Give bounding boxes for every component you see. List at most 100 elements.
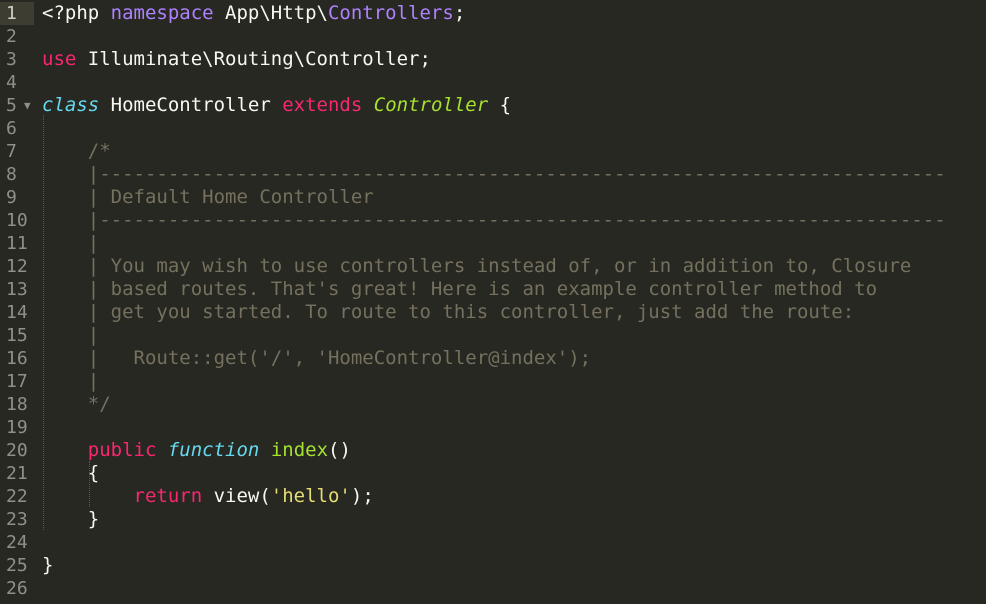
- code-line[interactable]: 3 use Illuminate\Routing\Controller;: [0, 48, 986, 71]
- line-number: 13: [6, 279, 28, 300]
- code-token: );: [350, 485, 374, 507]
- code-token: ;: [453, 2, 466, 24]
- code-line[interactable]: 11 |: [0, 232, 986, 255]
- line-number: 14: [6, 302, 28, 323]
- code-line[interactable]: 26: [0, 577, 986, 600]
- line-number: 12: [6, 256, 28, 277]
- code-token: public: [87, 439, 157, 461]
- code-token: | Default Home Controller: [87, 186, 374, 208]
- line-number: 16: [6, 348, 28, 369]
- line-number: 6: [6, 118, 17, 139]
- code-token: | get you started. To route to this cont…: [87, 301, 855, 323]
- code-token: |: [87, 370, 100, 392]
- line-number: 25: [6, 555, 28, 576]
- code-line[interactable]: 20 public function index(): [0, 439, 986, 462]
- code-token: Controller: [373, 94, 489, 116]
- code-line[interactable]: 17 |: [0, 370, 986, 393]
- code-token: */: [87, 393, 111, 415]
- code-token: | You may wish to use controllers instea…: [87, 255, 912, 277]
- code-line[interactable]: 7 /*: [0, 140, 986, 163]
- code-line[interactable]: 2: [0, 25, 986, 48]
- code-text: public function index(): [42, 439, 351, 462]
- code-editor[interactable]: 1 <?php namespace App\Http\Controllers; 2 3…: [0, 0, 986, 604]
- code-line[interactable]: 1 <?php namespace App\Http\Controllers;: [0, 2, 986, 25]
- code-token: (): [328, 439, 351, 461]
- code-token: Illuminate\Routing\Controller;: [76, 48, 431, 70]
- code-text: | You may wish to use controllers instea…: [42, 255, 912, 278]
- code-line[interactable]: 4: [0, 71, 986, 94]
- line-number: 10: [6, 210, 28, 231]
- code-token: }: [42, 554, 54, 576]
- code-token: {: [488, 94, 512, 116]
- code-text: | based routes. That's great! Here is an…: [42, 278, 877, 301]
- line-number: 3: [6, 49, 17, 70]
- code-line[interactable]: 22 return view('hello');: [0, 485, 986, 508]
- code-line[interactable]: 24: [0, 531, 986, 554]
- line-number: 7: [6, 141, 17, 162]
- code-line[interactable]: 25}: [0, 554, 986, 577]
- code-line[interactable]: 9 | Default Home Controller: [0, 186, 986, 209]
- code-token: extends: [282, 94, 363, 116]
- code-token: | based routes. That's great! Here is an…: [87, 278, 878, 300]
- code-token: |: [87, 232, 100, 254]
- code-line[interactable]: 13 | based routes. That's great! Here is…: [0, 278, 986, 301]
- code-line[interactable]: 16 | Route::get('/', 'HomeController@ind…: [0, 347, 986, 370]
- code-line[interactable]: 15 |: [0, 324, 986, 347]
- code-line[interactable]: 6: [0, 117, 986, 140]
- code-token: namespace: [110, 2, 214, 24]
- code-line[interactable]: 21 {: [0, 462, 986, 485]
- code-line[interactable]: 23 }: [0, 508, 986, 531]
- code-text: use Illuminate\Routing\Controller;: [42, 48, 431, 71]
- indent-guide: [43, 115, 44, 530]
- line-number: 18: [6, 394, 28, 415]
- line-number: 20: [6, 440, 28, 461]
- line-number: 2: [6, 26, 17, 47]
- code-line[interactable]: 8 |-------------------------------------…: [0, 163, 986, 186]
- code-line[interactable]: 18 */: [0, 393, 986, 416]
- code-line[interactable]: 14 | get you started. To route to this c…: [0, 301, 986, 324]
- code-text: |---------------------------------------…: [42, 163, 946, 186]
- code-line[interactable]: 19: [0, 416, 986, 439]
- line-number: 4: [6, 72, 17, 93]
- code-text: return view('hello');: [42, 485, 374, 508]
- code-text: | Default Home Controller: [42, 186, 374, 209]
- code-text: |---------------------------------------…: [42, 209, 946, 232]
- code-token: {: [42, 462, 100, 484]
- code-text: |: [42, 232, 99, 255]
- line-number: 23: [6, 509, 28, 530]
- line-number: 19: [6, 417, 28, 438]
- code-token: App\Http\: [213, 2, 328, 24]
- line-number: 24: [6, 532, 28, 553]
- code-text: class HomeController extends Controller …: [42, 94, 511, 117]
- code-line[interactable]: 10 |------------------------------------…: [0, 209, 986, 232]
- code-token: return: [133, 485, 203, 507]
- code-line[interactable]: 5 ▼ class HomeController extends Controlle…: [0, 94, 986, 117]
- fold-toggle-icon[interactable]: ▼: [24, 94, 36, 117]
- code-token: Controllers: [327, 2, 454, 24]
- code-text: |: [42, 370, 99, 393]
- code-token: index: [270, 439, 329, 461]
- code-line[interactable]: 12 | You may wish to use controllers ins…: [0, 255, 986, 278]
- code-text: | get you started. To route to this cont…: [42, 301, 854, 324]
- code-token: HomeController: [99, 94, 283, 116]
- code-text: }: [42, 508, 99, 531]
- code-token: /*: [87, 140, 111, 162]
- code-text: | Route::get('/', 'HomeController@index'…: [42, 347, 591, 370]
- code-token: <?php: [42, 2, 111, 24]
- line-number: 17: [6, 371, 28, 392]
- code-token: use: [42, 48, 77, 70]
